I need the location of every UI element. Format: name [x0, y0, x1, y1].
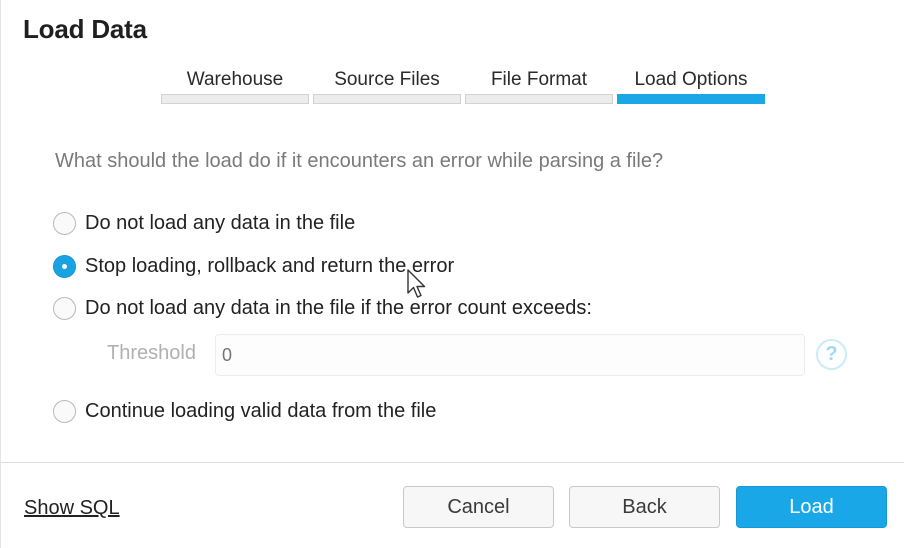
back-button[interactable]: Back: [569, 486, 720, 528]
radio-button[interactable]: [53, 212, 76, 235]
step-label: Load Options: [634, 69, 748, 90]
option-stop-loading[interactable]: Stop loading, rollback and return the er…: [53, 255, 454, 278]
radio-button-selected[interactable]: [53, 255, 76, 278]
threshold-input[interactable]: [215, 334, 805, 376]
option-label: Stop loading, rollback and return the er…: [85, 255, 455, 277]
step-progress-bar: [161, 94, 309, 104]
option-label: Do not load any data in the file: [85, 212, 356, 234]
option-skip-if-error-count-exceeds[interactable]: Do not load any data in the file if the …: [53, 297, 592, 320]
option-label: Continue loading valid data from the fil…: [85, 400, 437, 422]
step-progress-bar: [465, 94, 613, 104]
step-label: Warehouse: [186, 69, 284, 90]
cancel-button[interactable]: Cancel: [403, 486, 554, 528]
dialog-title: Load Data: [23, 14, 147, 44]
step-source-files[interactable]: Source Files: [313, 66, 461, 104]
step-warehouse[interactable]: Warehouse: [161, 66, 309, 104]
error-handling-question: What should the load do if it encounters…: [55, 150, 664, 172]
load-button[interactable]: Load: [736, 486, 887, 528]
show-sql-link[interactable]: Show SQL: [24, 497, 120, 520]
step-label: File Format: [490, 69, 588, 90]
step-file-format[interactable]: File Format: [465, 66, 613, 104]
option-label: Do not load any data in the file if the …: [85, 297, 592, 319]
step-load-options[interactable]: Load Options: [617, 66, 765, 104]
threshold-label: Threshold: [107, 342, 196, 364]
step-progress-bar: [313, 94, 461, 104]
step-progress-bar: [617, 94, 765, 104]
step-label: Source Files: [334, 69, 440, 90]
option-do-not-load[interactable]: Do not load any data in the file: [53, 212, 355, 235]
radio-button[interactable]: [53, 400, 76, 423]
radio-button[interactable]: [53, 297, 76, 320]
wizard-steps: Warehouse Source Files File Format Load …: [161, 66, 765, 104]
load-data-dialog: Load Data Warehouse Source Files File Fo…: [0, 0, 904, 548]
footer-divider: [1, 462, 904, 463]
mouse-pointer-icon: [407, 269, 426, 298]
help-icon[interactable]: ?: [816, 339, 847, 370]
option-continue-loading[interactable]: Continue loading valid data from the fil…: [53, 400, 436, 423]
